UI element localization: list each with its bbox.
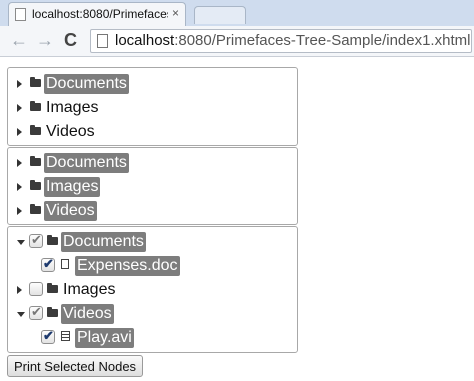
- node-label[interactable]: Documents: [44, 74, 129, 94]
- node-label[interactable]: Documents: [44, 153, 129, 173]
- reload-icon[interactable]: C: [64, 30, 77, 50]
- expand-arrow-icon[interactable]: [17, 80, 22, 88]
- folder-icon: [30, 156, 41, 166]
- node-checkbox[interactable]: [29, 282, 43, 296]
- tab-title: localhost:8080/Primefaces: [32, 7, 168, 21]
- node-checkbox[interactable]: ✔: [29, 304, 43, 320]
- folder-icon: [47, 283, 58, 293]
- folder-icon: [47, 307, 58, 317]
- node-label[interactable]: Videos: [44, 201, 97, 221]
- page-favicon-icon: [15, 8, 26, 21]
- folder-icon: [47, 235, 58, 245]
- collapse-arrow-icon[interactable]: [17, 312, 25, 317]
- new-tab-button[interactable]: [194, 6, 246, 24]
- browser-tab[interactable]: localhost:8080/Primefaces ×: [8, 2, 186, 26]
- node-checkbox[interactable]: ✔: [41, 328, 55, 344]
- expand-arrow-icon[interactable]: [17, 104, 22, 112]
- node-label[interactable]: Videos: [44, 122, 97, 142]
- node-label[interactable]: Expenses.doc: [75, 256, 180, 276]
- node-checkbox[interactable]: ✔: [41, 256, 55, 272]
- node-label[interactable]: Documents: [61, 232, 146, 252]
- expand-arrow-icon[interactable]: [17, 128, 22, 136]
- address-bar[interactable]: localhost:8080/Primefaces-Tree-Sample/in…: [90, 29, 472, 53]
- tab-strip: localhost:8080/Primefaces ×: [0, 0, 474, 26]
- browser-toolbar: ← → C localhost:8080/Primefaces-Tree-Sam…: [0, 26, 474, 57]
- expand-arrow-icon[interactable]: [17, 159, 22, 167]
- page-icon: [97, 34, 108, 48]
- node-label[interactable]: Images: [44, 177, 101, 197]
- back-arrow-icon[interactable]: ←: [10, 30, 28, 50]
- url-text: localhost:8080/Primefaces-Tree-Sample/in…: [115, 32, 470, 49]
- document-icon: [61, 259, 69, 269]
- node-label[interactable]: Images: [44, 98, 100, 118]
- folder-icon: [30, 180, 41, 190]
- forward-arrow-icon[interactable]: →: [36, 30, 54, 50]
- print-selected-nodes-button[interactable]: Print Selected Nodes: [7, 355, 143, 377]
- node-label[interactable]: Play.avi: [75, 328, 134, 348]
- collapse-arrow-icon[interactable]: [17, 240, 25, 245]
- node-label[interactable]: Videos: [61, 304, 114, 324]
- partial-check-icon: ✔: [31, 304, 42, 319]
- folder-icon: [30, 77, 41, 87]
- url-host: localhost: [115, 32, 175, 49]
- check-icon: ✔: [43, 328, 54, 343]
- partial-check-icon: ✔: [31, 232, 42, 247]
- folder-icon: [30, 204, 41, 214]
- video-file-icon: [61, 331, 70, 341]
- tree-panel-checkbox: ✔ Documents ✔ Expenses.doc Images ✔ Vide…: [7, 226, 298, 353]
- folder-icon: [30, 125, 41, 135]
- node-checkbox[interactable]: ✔: [29, 232, 43, 248]
- expand-arrow-icon[interactable]: [17, 286, 22, 294]
- folder-icon: [30, 101, 41, 111]
- check-icon: ✔: [43, 256, 54, 271]
- tree-panel-basic: Documents Images Videos: [7, 67, 298, 146]
- expand-arrow-icon[interactable]: [17, 183, 22, 191]
- close-tab-icon[interactable]: ×: [172, 6, 179, 20]
- expand-arrow-icon[interactable]: [17, 207, 22, 215]
- tree-panel-multiple: Documents Images Videos: [7, 147, 298, 225]
- url-path: :8080/Primefaces-Tree-Sample/index1.xhtm…: [174, 32, 471, 49]
- node-label[interactable]: Images: [61, 280, 117, 300]
